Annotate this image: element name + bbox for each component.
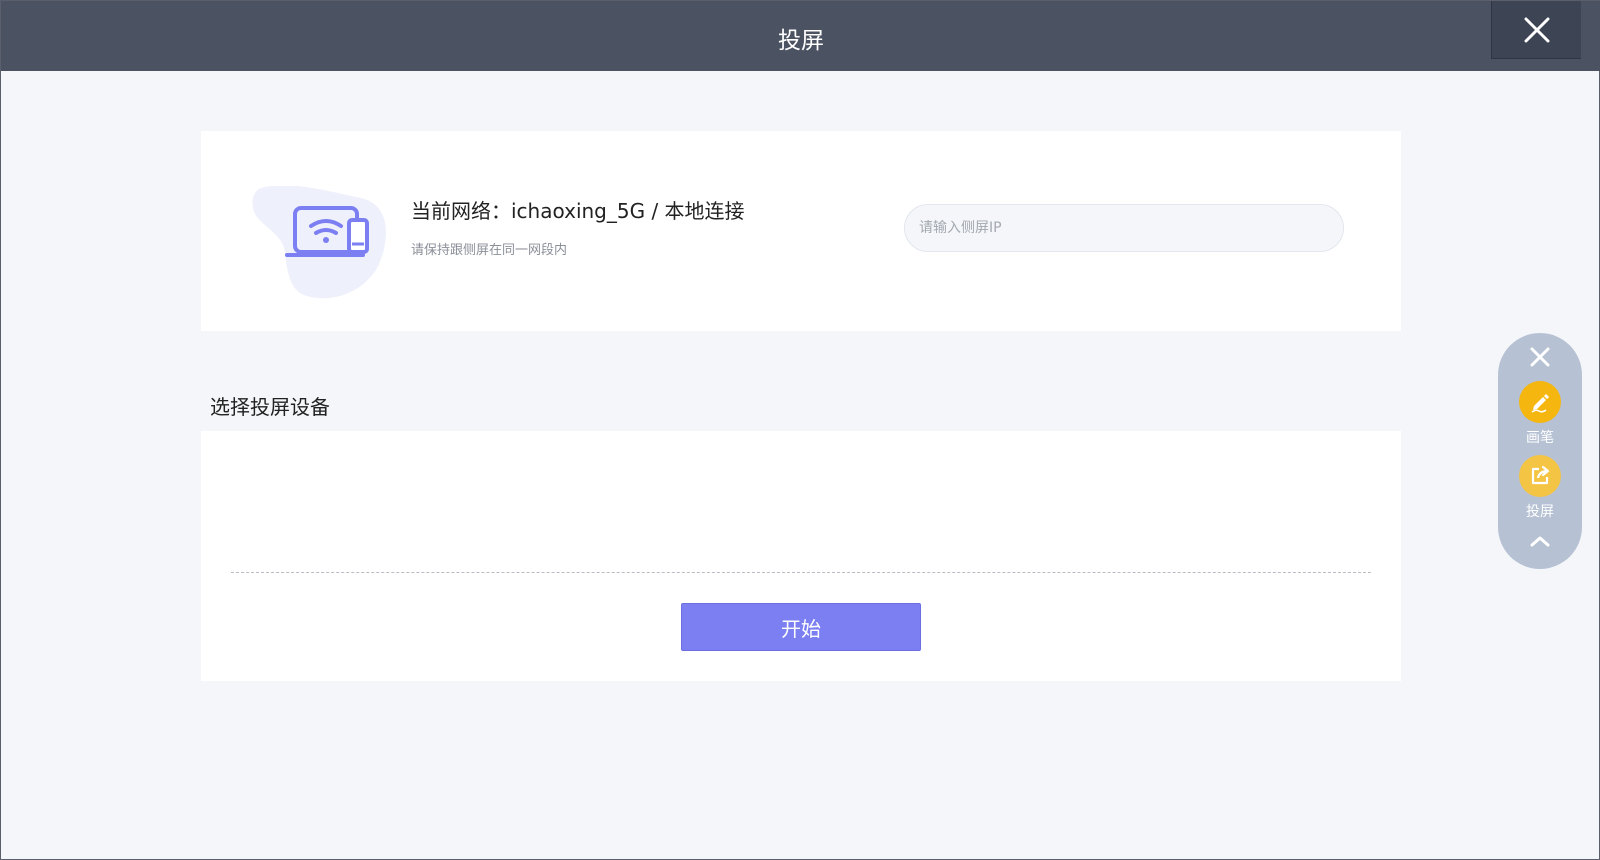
laptop-wifi-icon [252,186,386,299]
pen-label: 画笔 [1526,430,1554,446]
cast-label: 投屏 [1526,504,1554,520]
network-hint: 请保持跟侧屏在同一网段内 [411,243,568,258]
pen-tool-button[interactable]: 画笔 [1498,381,1582,447]
select-device-heading: 选择投屏设备 [210,395,330,419]
cast-tool-button[interactable]: 投屏 [1498,455,1582,521]
divider [231,572,1371,573]
collapse-toolbar-button[interactable] [1526,529,1554,553]
close-icon [1530,347,1550,367]
side-screen-ip-input[interactable] [904,204,1344,252]
title-bar: 投屏 [1,1,1600,71]
pen-icon-circle [1519,381,1561,423]
chevron-up-icon [1530,536,1550,547]
cast-dialog-window: 投屏 当前网络：ichaoxing_5G / 本地连接 请保持跟侧屏在同一网段内… [0,0,1600,860]
start-button[interactable]: 开始 [681,603,921,651]
share-icon-circle [1519,455,1561,497]
toolbar-close-button[interactable] [1526,343,1554,371]
window-title: 投屏 [778,28,824,54]
share-icon [1531,465,1550,485]
floating-toolbar: 画笔 投屏 [1498,333,1582,569]
device-list [231,431,1371,571]
current-network-label: 当前网络：ichaoxing_5G / 本地连接 [411,199,745,223]
window-close-button[interactable] [1491,1,1581,59]
pen-icon [1531,394,1549,413]
network-card: 当前网络：ichaoxing_5G / 本地连接 请保持跟侧屏在同一网段内 [201,131,1401,331]
device-card: 开始 [201,431,1401,681]
close-icon [1524,17,1549,42]
